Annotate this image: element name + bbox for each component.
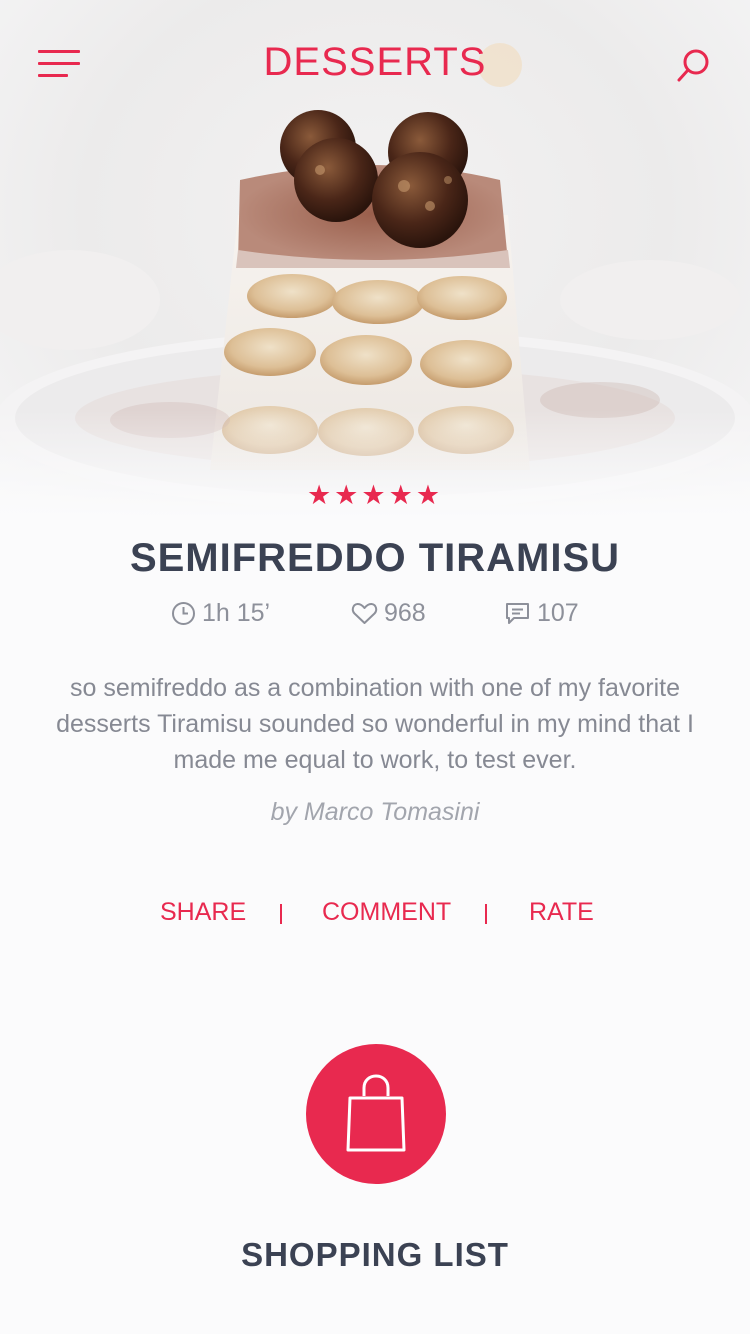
star-icon[interactable]: ★ <box>334 480 361 511</box>
divider <box>280 904 282 924</box>
page-title: DESSERTS <box>263 40 487 84</box>
likes[interactable]: 968 <box>351 596 426 630</box>
star-icon[interactable]: ★ <box>307 480 334 511</box>
clock-icon <box>172 601 195 625</box>
top-bar: DESSERTS <box>0 0 750 130</box>
cook-time-value: 1h 15’ <box>202 598 271 627</box>
shopping-list-button[interactable] <box>306 1044 446 1184</box>
star-icon[interactable]: ★ <box>416 480 443 511</box>
comments-count: 107 <box>537 598 579 627</box>
search-icon[interactable] <box>674 46 714 86</box>
likes-count: 968 <box>384 598 426 627</box>
star-rating[interactable]: ★★★★★ <box>0 480 750 511</box>
comment-icon[interactable] <box>505 601 531 626</box>
star-icon[interactable]: ★ <box>389 480 416 511</box>
comment-button[interactable]: COMMENT <box>322 898 451 927</box>
heart-icon[interactable] <box>351 601 378 626</box>
hero-fade <box>0 410 750 530</box>
cook-time: 1h 15’ <box>171 596 270 630</box>
recipe-title: SEMIFREDDO TIRAMISU <box>129 536 621 580</box>
share-button[interactable]: SHARE <box>160 898 246 927</box>
shopping-bag-icon <box>346 1074 406 1152</box>
shopping-list-title: SHOPPING LIST <box>241 1236 509 1273</box>
rate-button[interactable]: RATE <box>529 898 594 927</box>
recipe-description: so semifreddo as a combination with one … <box>56 674 694 774</box>
divider <box>485 904 487 924</box>
recipe-author: by Marco Tomasini <box>270 798 480 826</box>
comments[interactable]: 107 <box>505 596 579 630</box>
star-icon[interactable]: ★ <box>361 480 388 511</box>
